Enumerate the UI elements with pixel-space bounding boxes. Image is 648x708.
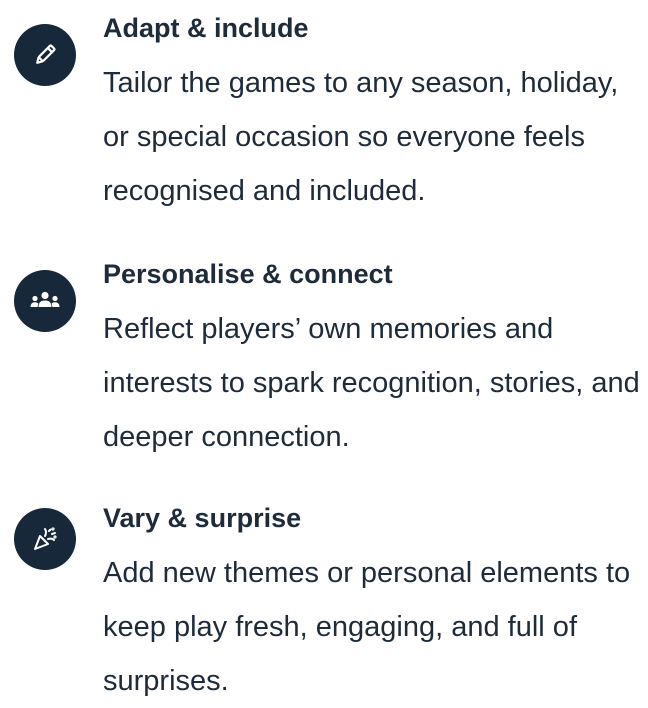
feature-title: Vary & surprise [103, 503, 302, 533]
feature-description: Reflect players’ own memories and intere… [103, 313, 640, 453]
feature-title: Personalise & connect [103, 259, 393, 289]
people-group-icon [14, 270, 76, 332]
pencil-icon [14, 24, 76, 86]
feature-title: Adapt & include [103, 13, 309, 43]
party-popper-icon [14, 508, 76, 570]
feature-description: Tailor the games to any season, holiday,… [103, 67, 619, 207]
